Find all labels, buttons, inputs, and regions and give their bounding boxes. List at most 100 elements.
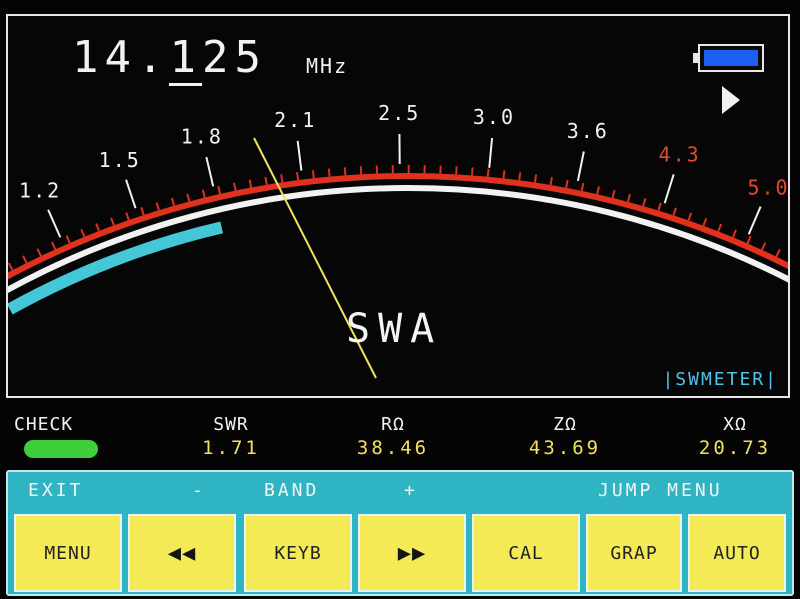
scale-minor-tick: [626, 193, 631, 203]
band-minus-label[interactable]: -: [192, 480, 206, 501]
scale-minor-tick: [36, 248, 42, 257]
jump-menu-label[interactable]: JUMP MENU: [598, 480, 723, 501]
band-down-button[interactable]: ◀◀: [128, 514, 236, 592]
scale-minor-tick: [717, 223, 723, 232]
keyboard-button[interactable]: KEYB: [244, 514, 352, 592]
scale-label: 1.2: [19, 178, 61, 202]
frequency-digits-before: 14.: [72, 32, 170, 83]
impedance-readout: ZΩ 43.69: [512, 414, 618, 459]
scale-major-tick: [125, 179, 137, 209]
scale-minor-tick: [233, 182, 237, 191]
scale-minor-tick: [518, 172, 522, 181]
auto-button[interactable]: AUTO: [688, 514, 786, 592]
scale-minor-tick: [549, 176, 553, 186]
band-up-button[interactable]: ▶▶: [358, 514, 466, 592]
scale-minor-tick: [657, 202, 662, 211]
scale-minor-tick: [155, 202, 160, 211]
scale-minor-tick: [775, 248, 781, 258]
scale-minor-tick: [565, 179, 569, 188]
scale-label: 1.8: [181, 125, 223, 149]
sw-meter-tag: |SWMETER|: [662, 369, 778, 390]
auto-button-label: AUTO: [713, 542, 761, 564]
calibrate-button-label: CAL: [508, 542, 544, 564]
keyboard-button-label: KEYB: [274, 542, 322, 564]
scale-minor-tick: [486, 168, 490, 177]
scale-minor-tick: [343, 167, 347, 176]
reactance-value: 20.73: [698, 437, 772, 459]
resistance-readout: RΩ 38.46: [340, 414, 446, 459]
scale-minor-tick: [533, 174, 538, 183]
swr-readout: SWR 1.71: [188, 414, 274, 459]
scale-major-tick: [47, 209, 62, 238]
scale-minor-tick: [201, 189, 206, 198]
scale-label: 3.6: [567, 119, 609, 143]
scale-major-tick: [205, 156, 215, 187]
scale-minor-tick: [65, 235, 71, 244]
scale-minor-tick: [672, 207, 677, 216]
frequency-unit: MHz: [306, 54, 349, 78]
battery-level: [704, 50, 758, 66]
scale-minor-tick: [80, 229, 86, 238]
scale-minor-tick: [296, 172, 300, 181]
swr-value: 1.71: [202, 437, 260, 459]
frequency-cursor-digit: 1: [169, 32, 202, 86]
calibrate-button[interactable]: CAL: [472, 514, 580, 592]
scale-major-tick: [296, 140, 303, 171]
scale-minor-tick: [311, 170, 315, 179]
scale-minor-tick: [327, 168, 331, 177]
scale-minor-tick: [170, 197, 176, 206]
fast-forward-icon: ▶▶: [397, 540, 427, 566]
resistance-value: 38.46: [356, 437, 430, 459]
scale-minor-tick: [761, 242, 767, 251]
scale-minor-tick: [580, 182, 585, 192]
resistance-label: RΩ: [381, 414, 405, 435]
reactance-label: XΩ: [723, 414, 747, 435]
rewind-icon: ◀◀: [167, 540, 197, 566]
scale-major-tick: [663, 174, 675, 204]
graph-button[interactable]: GRAP: [586, 514, 682, 592]
battery-icon: [693, 44, 764, 72]
check-label: CHECK: [14, 414, 74, 435]
scale-minor-tick: [746, 235, 752, 244]
scale-label: 2.1: [274, 108, 316, 132]
scale-label: 4.3: [659, 142, 701, 166]
frequency-display[interactable]: 14.125: [72, 32, 267, 86]
menu-button[interactable]: MENU: [14, 514, 122, 592]
check-indicator: [24, 440, 98, 458]
scale-minor-tick: [596, 186, 600, 195]
scale-minor-tick: [51, 241, 57, 250]
scale-minor-tick: [642, 198, 647, 207]
scale-minor-tick: [110, 217, 115, 226]
scale-arc-white: [8, 185, 788, 294]
scale-major-tick: [576, 151, 585, 182]
scale-minor-tick: [140, 207, 145, 216]
scale-label: 2.5: [378, 101, 420, 125]
meter-mode-label: SWA: [346, 306, 443, 352]
play-arrow-icon[interactable]: [722, 86, 740, 114]
scale-minor-tick: [611, 189, 616, 199]
battery-terminal: [693, 53, 698, 63]
band-plus-label[interactable]: +: [404, 480, 418, 501]
scale-minor-tick: [95, 223, 100, 232]
impedance-label: ZΩ: [553, 414, 577, 435]
scale-minor-tick: [470, 167, 474, 176]
graph-button-label: GRAP: [610, 542, 658, 564]
reactance-readout: XΩ 20.73: [682, 414, 788, 459]
band-label: BAND: [264, 480, 320, 501]
exit-label[interactable]: EXIT: [28, 480, 83, 501]
scale-minor-tick: [217, 185, 222, 195]
swr-meter-panel: 1.11.21.51.82.12.53.03.64.35.06.0 14.125…: [6, 14, 790, 398]
scale-minor-tick: [22, 255, 28, 264]
scale-label: 1.5: [99, 148, 141, 172]
scale-label: 3.0: [473, 105, 515, 129]
scale-minor-tick: [248, 179, 253, 188]
frequency-digits-after: 25: [201, 32, 267, 83]
scale-label: 5.0: [747, 175, 788, 199]
scale-minor-tick: [687, 212, 693, 221]
swr-label: SWR: [213, 414, 249, 435]
scale-minor-tick: [732, 229, 737, 238]
scale-minor-tick: [186, 193, 191, 202]
scale-major-tick: [488, 137, 494, 168]
scale-minor-tick: [125, 212, 130, 221]
scale-minor-tick: [280, 174, 284, 183]
